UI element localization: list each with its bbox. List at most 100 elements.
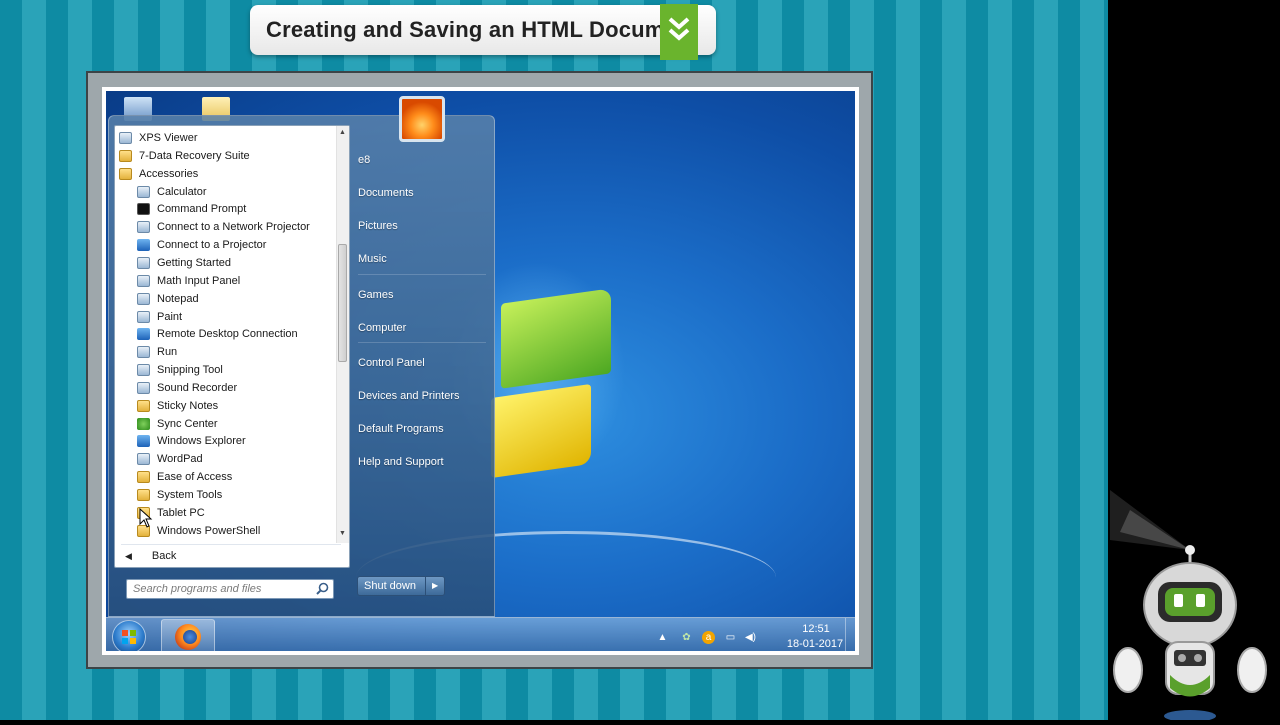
program-label: Command Prompt [157, 203, 247, 216]
banner-title: Creating and Saving an HTML Document [266, 17, 699, 42]
program-item[interactable]: Paint [137, 308, 182, 326]
shutdown-label: Shut down [364, 580, 416, 592]
start-item-e8[interactable]: e8 [358, 154, 370, 166]
program-item[interactable]: Sync Center [137, 415, 218, 433]
program-item[interactable]: Windows Explorer [137, 432, 246, 450]
program-label: Connect to a Network Projector [157, 221, 310, 234]
volume-icon[interactable]: ◀) [744, 631, 757, 644]
program-item[interactable]: Getting Started [137, 254, 231, 272]
folder-icon [137, 399, 150, 412]
back-label: Back [151, 550, 177, 562]
program-icon [137, 239, 150, 252]
search-box[interactable] [126, 579, 334, 599]
program-label: Snipping Tool [157, 364, 223, 377]
program-label: Connect to a Projector [157, 239, 267, 252]
start-item-music[interactable]: Music [358, 253, 387, 265]
program-item[interactable]: WordPad [137, 450, 203, 468]
start-item-control-panel[interactable]: Control Panel [358, 357, 425, 369]
program-item[interactable]: Accessories [119, 165, 198, 183]
back-button[interactable]: ◀ Back [125, 550, 176, 562]
program-label: Remote Desktop Connection [157, 328, 298, 341]
folder-icon [137, 471, 150, 484]
program-item[interactable]: Sound Recorder [137, 379, 237, 397]
program-item[interactable]: Math Input Panel [137, 272, 240, 290]
firefox-icon [175, 624, 201, 650]
scroll-down-icon[interactable]: ▼ [339, 530, 346, 537]
start-item-default-programs[interactable]: Default Programs [358, 423, 444, 435]
program-item[interactable]: XPS Viewer [119, 129, 198, 147]
program-item[interactable]: Connect to a Projector [137, 236, 266, 254]
program-icon [119, 132, 132, 144]
start-item-games[interactable]: Games [358, 289, 393, 301]
windows-flag-icon [122, 630, 136, 644]
taskbar: ▲ ✿ a ▭ ◀) 12:51 18-01-2017 [106, 617, 855, 651]
avast-icon[interactable]: a [702, 631, 715, 644]
search-input[interactable] [127, 580, 318, 598]
program-item[interactable]: Command Prompt [137, 200, 246, 218]
start-button[interactable] [112, 620, 146, 651]
program-item[interactable]: Connect to a Network Projector [137, 218, 310, 236]
program-label: Accessories [139, 167, 199, 180]
title-banner: Creating and Saving an HTML Document [250, 5, 716, 55]
program-label: XPS Viewer [139, 132, 198, 144]
firefox-taskbar-button[interactable] [161, 619, 215, 651]
start-item-pictures[interactable]: Pictures [358, 220, 398, 232]
program-label: Ease of Access [157, 471, 233, 484]
start-item-help-and-support[interactable]: Help and Support [358, 456, 444, 468]
start-item-devices-and-printers[interactable]: Devices and Printers [358, 390, 460, 402]
program-item[interactable]: 7-Data Recovery Suite [119, 147, 250, 165]
program-label: System Tools [157, 489, 223, 501]
network-sync-icon[interactable]: ✿ [680, 631, 693, 644]
program-label: Sticky Notes [157, 399, 219, 412]
program-item[interactable]: System Tools [137, 486, 222, 504]
programs-scrollbar[interactable]: ▲ ▼ [336, 126, 349, 543]
shutdown-options-arrow-icon[interactable]: ▶ [425, 577, 444, 595]
folder-icon [119, 149, 132, 162]
start-item-documents[interactable]: Documents [358, 187, 414, 199]
scroll-thumb[interactable] [338, 244, 347, 362]
notification-area: ▲ ✿ a ▭ ◀) 12:51 18-01-2017 [656, 618, 855, 651]
network-icon[interactable]: ▭ [724, 631, 737, 644]
program-item[interactable]: Notepad [137, 290, 199, 308]
clock-date[interactable]: 18-01-2017 [780, 638, 850, 650]
clock-time[interactable]: 12:51 [786, 623, 846, 635]
program-label: Run [157, 346, 178, 359]
program-icon [137, 203, 150, 216]
divider [358, 342, 486, 343]
double-chevron-down-icon [660, 4, 698, 60]
program-icon [137, 453, 150, 466]
program-icon [137, 274, 150, 287]
program-item[interactable]: Remote Desktop Connection [137, 325, 298, 343]
program-item[interactable]: Windows PowerShell [137, 522, 260, 540]
program-label: 7-Data Recovery Suite [139, 149, 250, 162]
program-item[interactable]: Calculator [137, 183, 207, 201]
program-label: Getting Started [157, 256, 231, 269]
program-icon [137, 364, 150, 377]
program-icon [137, 185, 150, 198]
search-icon[interactable] [316, 582, 329, 595]
program-item[interactable]: Ease of Access [137, 468, 232, 486]
windows-logo-yellow-pane [491, 383, 591, 479]
show-hidden-icons-icon[interactable]: ▲ [656, 631, 669, 644]
windows-logo-green-pane [501, 288, 611, 389]
program-label: Notepad [157, 292, 199, 305]
divider [121, 544, 341, 545]
robot-mascot [1110, 470, 1280, 722]
program-item[interactable]: Run [137, 343, 177, 361]
program-item[interactable]: Sticky Notes [137, 397, 218, 415]
show-desktop-button[interactable] [845, 618, 855, 651]
program-item[interactable]: Snipping Tool [137, 361, 223, 379]
scroll-up-icon[interactable]: ▲ [339, 129, 346, 136]
shutdown-button[interactable]: Shut down ▶ [357, 576, 445, 596]
program-icon [137, 292, 150, 305]
program-icon [137, 221, 150, 234]
program-icon [137, 310, 150, 323]
program-label: Windows PowerShell [157, 524, 261, 537]
start-item-computer[interactable]: Computer [358, 322, 406, 334]
program-icon [137, 435, 150, 448]
folder-icon [119, 167, 132, 180]
start-menu: XPS Viewer 7-Data Recovery Suite Accessori… [108, 96, 495, 617]
folder-icon [137, 489, 150, 501]
program-icon [137, 381, 150, 394]
flashlight-beam [1110, 490, 1190, 550]
